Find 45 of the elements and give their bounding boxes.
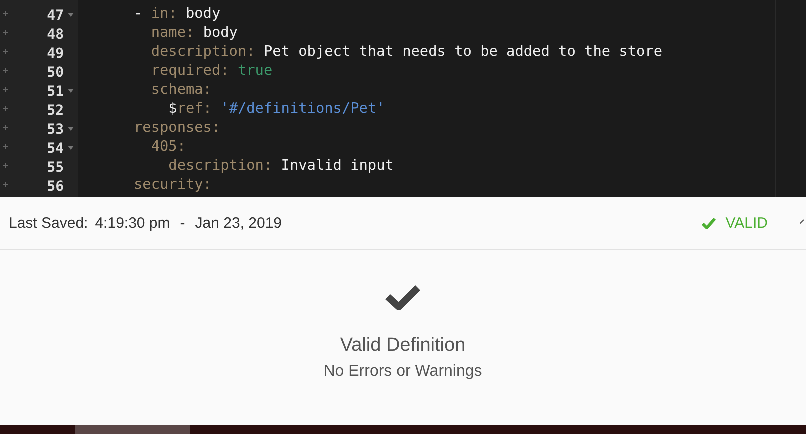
- plus-icon[interactable]: [3, 182, 8, 187]
- plus-icon[interactable]: [3, 125, 8, 130]
- plus-icon[interactable]: [3, 11, 8, 16]
- check-icon: [702, 218, 716, 228]
- fold-caret-icon[interactable]: [68, 146, 74, 150]
- line-number: 51: [47, 84, 64, 100]
- line-number: 48: [47, 26, 64, 42]
- code-line: description: Pet object that needs to be added to the store: [150, 44, 664, 62]
- line-number: 53: [47, 122, 64, 138]
- line-number: 47: [47, 8, 64, 24]
- code-line: security:: [134, 177, 213, 195]
- code-line: $ref: '#/definitions/Pet': [168, 101, 386, 119]
- plus-icon[interactable]: [3, 163, 8, 168]
- caret-icon[interactable]: [800, 219, 806, 227]
- result-title: Valid Definition: [340, 335, 466, 357]
- code-line: description: Invalid input: [168, 158, 395, 176]
- plus-icon[interactable]: [3, 87, 8, 92]
- line-number: 52: [47, 102, 64, 118]
- code-line: name: body: [150, 25, 239, 43]
- plus-icon[interactable]: [3, 68, 8, 73]
- line-number: 54: [47, 140, 64, 156]
- line-number: 55: [47, 160, 64, 176]
- saved-date: Jan 23, 2019: [195, 214, 282, 232]
- plus-icon[interactable]: [3, 144, 8, 149]
- plus-icon[interactable]: [3, 30, 8, 35]
- saved-time: 4:19:30 pm: [95, 214, 170, 232]
- plus-icon[interactable]: [3, 49, 8, 54]
- last-saved-label: Last Saved:: [9, 214, 88, 232]
- line-number: 49: [47, 46, 64, 62]
- line-number: 56: [47, 178, 64, 194]
- code-line: responses:: [134, 120, 222, 138]
- plus-icon[interactable]: [3, 106, 8, 111]
- separator: -: [180, 214, 186, 232]
- fold-caret-icon[interactable]: [68, 13, 74, 17]
- fold-caret-icon[interactable]: [68, 127, 74, 131]
- code-line: required: true: [150, 63, 274, 81]
- fold-caret-icon[interactable]: [68, 89, 74, 93]
- code-line: - in: body: [134, 6, 222, 24]
- result-subtitle: No Errors or Warnings: [324, 363, 482, 381]
- scrollbar-thumb[interactable]: [75, 425, 190, 434]
- code-line: 405:: [150, 139, 187, 157]
- check-icon: [385, 284, 421, 311]
- validity-status[interactable]: VALID: [702, 214, 768, 232]
- line-number: 50: [47, 64, 64, 80]
- code-line: schema:: [150, 82, 213, 100]
